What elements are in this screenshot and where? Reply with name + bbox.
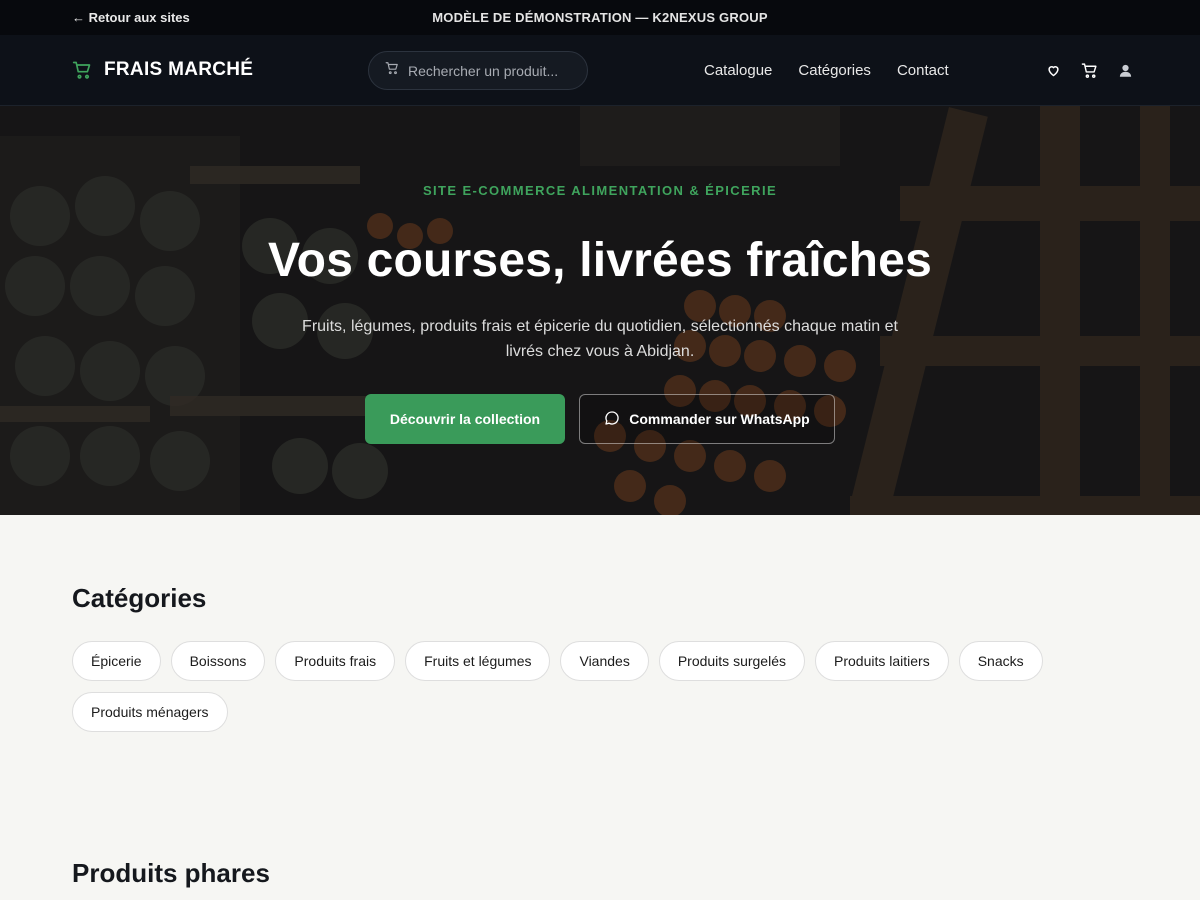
category-chip[interactable]: Boissons (170, 641, 266, 681)
categories-title: Catégories (72, 583, 207, 613)
hero-subtitle: Fruits, légumes, produits frais et épice… (302, 318, 898, 360)
featured-products-title: Produits phares (72, 858, 270, 888)
nav-contact[interactable]: Contact (897, 62, 949, 79)
hero-eyebrow: SITE E-COMMERCE ALIMENTATION & ÉPICERIE (422, 183, 778, 198)
chat-bubble-icon (604, 410, 620, 429)
hero-actions: Découvrir la collection Commander sur Wh… (365, 394, 835, 444)
search-box[interactable] (368, 51, 588, 90)
user-icon[interactable] (1118, 63, 1133, 78)
category-chip[interactable]: Produits frais (275, 641, 396, 681)
category-chip[interactable]: Épicerie (72, 641, 161, 681)
heart-icon[interactable] (1046, 63, 1061, 78)
discover-collection-button[interactable]: Découvrir la collection (365, 394, 565, 444)
brand-logo[interactable]: FRAIS MARCHÉ (72, 59, 253, 81)
hero-title: Vos courses, livrées fraîches (268, 234, 932, 287)
shopping-cart-icon (72, 60, 92, 80)
whatsapp-order-label: Commander sur WhatsApp (629, 411, 810, 427)
site-header: FRAIS MARCHÉ Catalogue Catégories Contac… (0, 35, 1200, 106)
category-chip[interactable]: Produits ménagers (72, 692, 228, 732)
header-actions (1046, 62, 1133, 79)
category-chip[interactable]: Produits surgelés (658, 641, 805, 681)
demo-bar: ← Retour aux sites MODÈLE DE DÉMONSTRATI… (0, 0, 1200, 35)
cart-icon (385, 61, 399, 80)
hero-section: SITE E-COMMERCE ALIMENTATION & ÉPICERIE … (0, 106, 1200, 515)
whatsapp-order-button[interactable]: Commander sur WhatsApp (579, 394, 835, 444)
hero-content: SITE E-COMMERCE ALIMENTATION & ÉPICERIE … (0, 106, 1200, 515)
search-input[interactable] (408, 62, 568, 79)
main-nav: Catalogue Catégories Contact (704, 62, 949, 79)
category-chip[interactable]: Produits laitiers (815, 641, 949, 681)
nav-catalogue[interactable]: Catalogue (704, 62, 772, 79)
category-chip[interactable]: Snacks (958, 641, 1043, 681)
category-chip[interactable]: Fruits et légumes (405, 641, 551, 681)
back-to-sites-link[interactable]: ← Retour aux sites (72, 10, 190, 25)
categories-section: Catégories Épicerie Boissons Produits fr… (0, 583, 1200, 889)
category-chips: Épicerie Boissons Produits frais Fruits … (72, 641, 1072, 732)
category-chip[interactable]: Viandes (560, 641, 649, 681)
nav-categories[interactable]: Catégories (798, 62, 871, 79)
brand-name: FRAIS MARCHÉ (104, 59, 254, 80)
cart-icon[interactable] (1081, 62, 1098, 79)
